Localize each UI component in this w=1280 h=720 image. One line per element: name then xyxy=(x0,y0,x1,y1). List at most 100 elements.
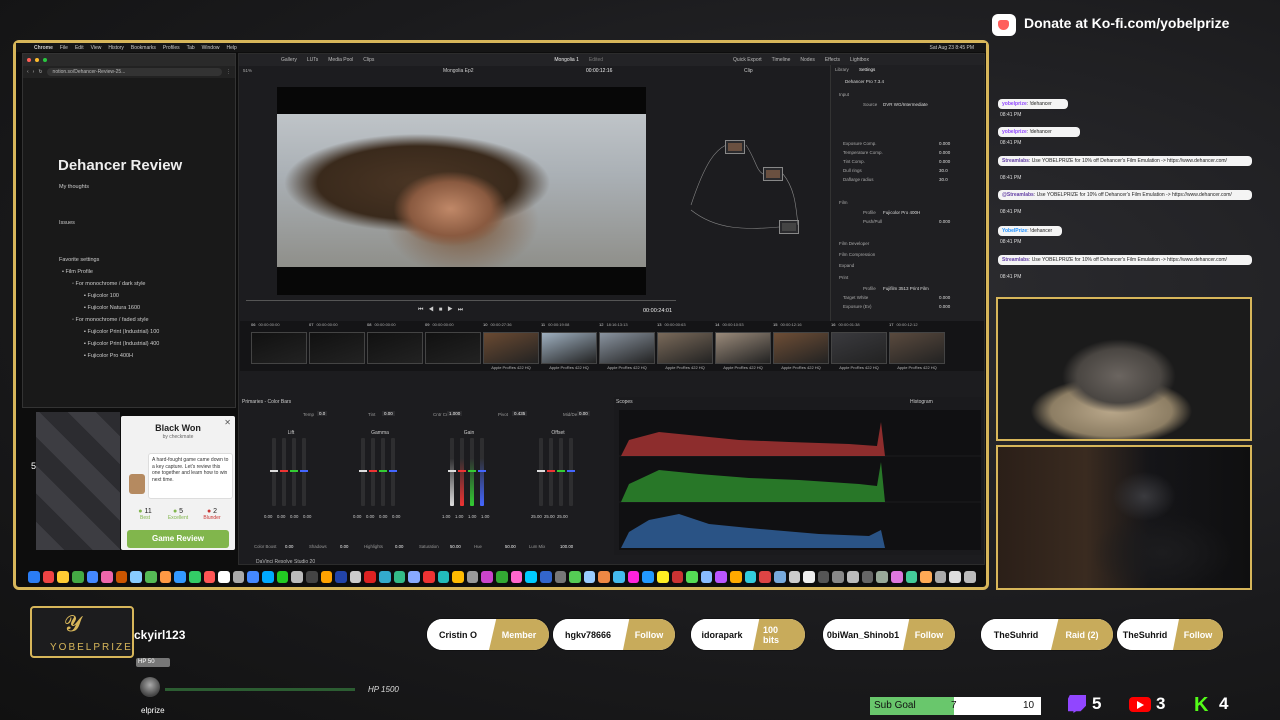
param-value[interactable]: 100.00 xyxy=(560,544,573,549)
app-icon[interactable] xyxy=(510,571,523,583)
wheel-handle[interactable] xyxy=(270,470,278,472)
setting-label[interactable]: Input xyxy=(839,92,849,97)
chat-username[interactable]: yobelprize xyxy=(1002,129,1027,135)
wheel-bar[interactable] xyxy=(460,438,464,506)
wheel-value[interactable]: 1.00 xyxy=(468,514,476,519)
app-icon[interactable] xyxy=(276,571,289,583)
wheel-value[interactable]: 25.00 xyxy=(544,514,555,519)
param-value[interactable]: 1.000 xyxy=(447,411,463,416)
clip-thumbnail[interactable] xyxy=(889,332,945,364)
viewer-scrubber[interactable] xyxy=(246,300,676,301)
wheel-bar[interactable] xyxy=(292,438,296,506)
setting-value[interactable]: 0.000 xyxy=(939,304,950,309)
clip-thumbnail[interactable] xyxy=(773,332,829,364)
clip-thumbnail[interactable] xyxy=(367,332,423,364)
app-icon[interactable] xyxy=(949,571,961,583)
wheel-bar[interactable] xyxy=(470,438,474,506)
app-icon[interactable] xyxy=(744,571,757,583)
app-icon[interactable] xyxy=(627,571,640,583)
wheel-handle[interactable] xyxy=(567,470,575,472)
app-icon[interactable] xyxy=(130,571,142,583)
app-icon[interactable] xyxy=(832,571,844,583)
app-icon[interactable] xyxy=(42,571,55,583)
app-icon[interactable] xyxy=(598,571,610,583)
wheel-value[interactable]: 0.00 xyxy=(264,514,272,519)
wheel-handle[interactable] xyxy=(458,470,466,472)
wheel-handle[interactable] xyxy=(478,470,486,472)
wheel-value[interactable]: 0.00 xyxy=(290,514,298,519)
play-icon[interactable]: ▶ xyxy=(447,307,457,313)
minimize-window-button[interactable] xyxy=(35,58,39,62)
app-icon[interactable] xyxy=(920,571,932,583)
wheel-bar[interactable] xyxy=(569,438,573,506)
menu-item[interactable]: Profiles xyxy=(163,45,180,51)
app-icon[interactable] xyxy=(320,571,333,583)
clip-thumbnail[interactable] xyxy=(599,332,655,364)
app-icon[interactable] xyxy=(452,571,464,583)
wheel-value[interactable]: 1.00 xyxy=(442,514,450,519)
app-icon[interactable] xyxy=(145,571,157,583)
wheel-handle[interactable] xyxy=(369,470,377,472)
wheel-value[interactable]: 0.00 xyxy=(277,514,285,519)
tab-lightbox[interactable]: Lightbox xyxy=(850,57,869,63)
clip-header[interactable]: 15 00:00:12:16 xyxy=(773,322,802,327)
app-icon[interactable] xyxy=(773,571,786,583)
app-icon[interactable] xyxy=(188,571,201,583)
zoom-level[interactable]: 51% xyxy=(243,68,252,73)
app-icon[interactable] xyxy=(496,571,508,583)
wheel-bar[interactable] xyxy=(559,438,563,506)
app-icon[interactable] xyxy=(466,571,479,583)
wheel-value[interactable]: 25.00 xyxy=(531,514,542,519)
app-icon[interactable] xyxy=(554,571,567,583)
setting-value[interactable]: 0.000 xyxy=(939,141,950,146)
clip-header[interactable]: 14 00:00:10:53 xyxy=(715,322,744,327)
app-icon[interactable] xyxy=(803,571,815,583)
setting-value[interactable]: 0.000 xyxy=(939,150,950,155)
setting-label[interactable]: Film Compression xyxy=(839,252,875,257)
param-value[interactable]: 0.435 xyxy=(512,411,528,416)
wheel-value[interactable]: 1.00 xyxy=(455,514,463,519)
tab-library[interactable]: Library xyxy=(835,67,849,72)
clip-thumbnail[interactable] xyxy=(657,332,713,364)
clip-menu[interactable]: Clip xyxy=(744,68,753,74)
tab-nodes[interactable]: Nodes xyxy=(800,57,814,63)
clip-thumbnail[interactable] xyxy=(251,332,307,364)
extensions-icon[interactable]: ⋮ xyxy=(226,69,231,75)
app-icon[interactable] xyxy=(525,571,537,583)
play-reverse-icon[interactable]: ◀ xyxy=(428,307,438,313)
clip-thumbnail[interactable] xyxy=(425,332,481,364)
tab-timeline[interactable]: Timeline xyxy=(772,57,791,63)
wheel-bar[interactable] xyxy=(391,438,395,506)
tab-quick-export[interactable]: Quick Export xyxy=(733,57,762,63)
wheel-bar[interactable] xyxy=(549,438,553,506)
app-icon[interactable] xyxy=(686,571,698,583)
clip-thumbnail[interactable] xyxy=(541,332,597,364)
app-icon[interactable] xyxy=(57,571,69,583)
param-value[interactable]: 0.00 xyxy=(395,544,403,549)
clip-thumbnail[interactable] xyxy=(309,332,365,364)
chat-username[interactable]: @Streamlabs xyxy=(1002,192,1034,198)
wheel-bar[interactable] xyxy=(282,438,286,506)
menu-item[interactable]: Help xyxy=(226,45,236,51)
wheel-value[interactable]: 0.00 xyxy=(353,514,361,519)
app-icon[interactable] xyxy=(364,571,376,583)
setting-value[interactable]: 0.000 xyxy=(939,159,950,164)
app-icon[interactable] xyxy=(203,571,216,583)
app-icon[interactable] xyxy=(218,571,230,583)
wheel-value[interactable]: 25.00 xyxy=(557,514,568,519)
tab-gallery[interactable]: Gallery xyxy=(281,57,297,63)
app-icon[interactable] xyxy=(671,571,684,583)
clip-header[interactable]: 10 00:00:27:36 xyxy=(483,322,512,327)
setting-value[interactable]: 30.0 xyxy=(939,168,948,173)
app-icon[interactable] xyxy=(905,571,918,583)
app-icon[interactable] xyxy=(964,571,976,583)
wheel-handle[interactable] xyxy=(448,470,456,472)
reload-icon[interactable]: ↻ xyxy=(38,69,42,75)
color-wheel[interactable]: Lift 0.00 0.00 0.00 0.00 xyxy=(262,428,312,519)
clip-header[interactable]: 07 00:00:00:00 xyxy=(309,322,338,327)
timeline-name[interactable]: Mongolia Ep2 xyxy=(443,68,474,74)
wheel-bar[interactable] xyxy=(371,438,375,506)
app-icon[interactable] xyxy=(86,571,99,583)
wheel-value[interactable]: 0.00 xyxy=(392,514,400,519)
app-icon[interactable] xyxy=(408,571,420,583)
